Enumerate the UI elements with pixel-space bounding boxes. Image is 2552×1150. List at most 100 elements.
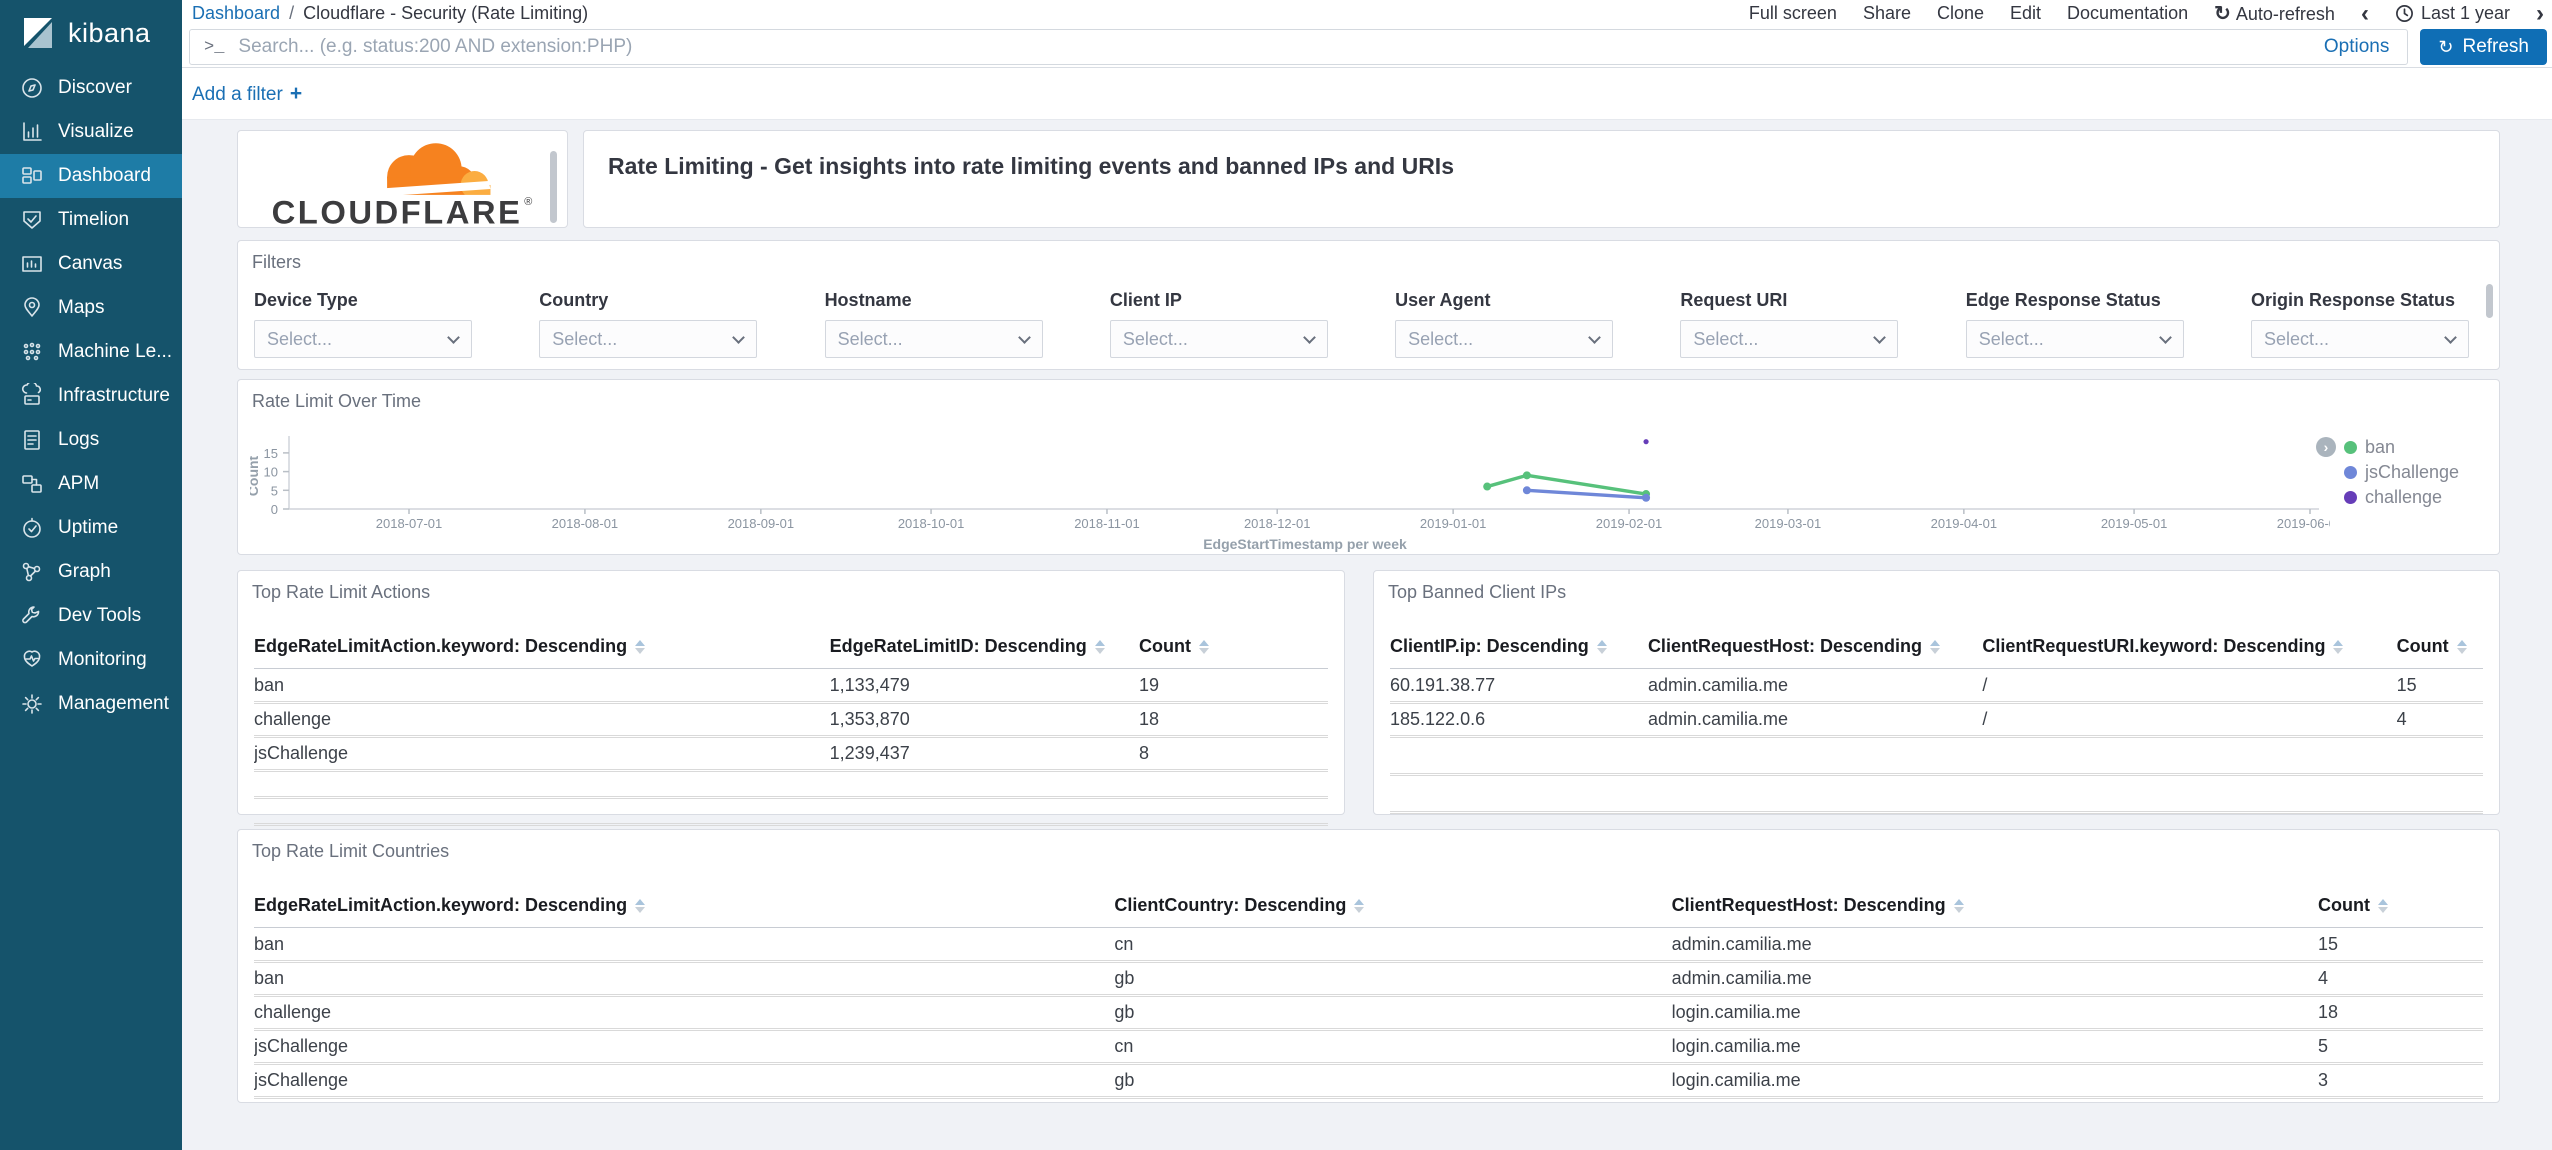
- column-header[interactable]: ClientRequestHost: Descending: [1671, 886, 2319, 928]
- legend-item-ban[interactable]: › ban: [2316, 437, 2459, 457]
- time-picker[interactable]: Last 1 year: [2395, 3, 2510, 24]
- table-cell[interactable]: 18: [1138, 702, 1328, 738]
- menu-item-edit[interactable]: Edit: [2010, 3, 2041, 24]
- table-cell[interactable]: /: [1982, 668, 2397, 704]
- filter-select[interactable]: Select...: [1680, 320, 1899, 358]
- table-cell[interactable]: login.camilia.me: [1671, 1063, 2319, 1099]
- sidebar-item-management[interactable]: Management: [0, 682, 182, 726]
- time-forward-chevron-icon[interactable]: ›: [2536, 1, 2544, 26]
- sidebar-item-canvas[interactable]: Canvas: [0, 242, 182, 286]
- legend-item-challenge[interactable]: challenge: [2344, 487, 2459, 507]
- column-header[interactable]: Count: [2396, 627, 2483, 669]
- filter-select[interactable]: Select...: [824, 320, 1043, 358]
- search-input[interactable]: [238, 36, 2310, 58]
- time-back-chevron-icon[interactable]: ‹: [2361, 1, 2369, 26]
- table-cell[interactable]: 15: [2396, 668, 2483, 704]
- sidebar-item-logs[interactable]: Logs: [0, 418, 182, 462]
- sidebar-item-visualize[interactable]: Visualize: [0, 110, 182, 154]
- table-cell[interactable]: jsChallenge: [254, 736, 830, 772]
- column-header[interactable]: EdgeRateLimitAction.keyword: Descending: [254, 627, 830, 669]
- filter-select[interactable]: Select...: [254, 320, 472, 358]
- sidebar-item-dashboard[interactable]: Dashboard: [0, 154, 182, 198]
- table-cell[interactable]: challenge: [254, 995, 1115, 1031]
- table-cell[interactable]: jsChallenge: [254, 1063, 1115, 1099]
- filter-select[interactable]: Select...: [1395, 320, 1614, 358]
- column-header[interactable]: Count: [1138, 627, 1328, 669]
- column-header[interactable]: ClientRequestHost: Descending: [1647, 627, 1983, 669]
- kibana-logo[interactable]: kibana: [0, 0, 182, 66]
- column-header[interactable]: Count: [2318, 886, 2483, 928]
- sidebar-item-discover[interactable]: Discover: [0, 66, 182, 110]
- table-cell[interactable]: 1,239,437: [829, 736, 1139, 772]
- table-cell[interactable]: 1,133,479: [829, 668, 1139, 704]
- table-cell[interactable]: 3: [2318, 1063, 2483, 1099]
- menu-item-clone[interactable]: Clone: [1937, 3, 1984, 24]
- filter-select[interactable]: Select...: [539, 320, 758, 358]
- table-cell[interactable]: 4: [2396, 702, 2483, 738]
- table-cell[interactable]: 5: [2318, 1029, 2483, 1065]
- table-cell[interactable]: challenge: [254, 702, 830, 738]
- sidebar-item-graph[interactable]: Graph: [0, 550, 182, 594]
- table-row-empty: [1390, 774, 2483, 814]
- sidebar-item-monitoring[interactable]: Monitoring: [0, 638, 182, 682]
- sidebar-item-apm[interactable]: APM: [0, 462, 182, 506]
- legend-toggle-icon[interactable]: ›: [2316, 437, 2336, 457]
- table-cell[interactable]: 185.122.0.6: [1390, 702, 1648, 738]
- select-placeholder: Select...: [1693, 329, 1759, 349]
- rate-limit-time-chart[interactable]: 0 5 10 15 2018-07-01 2018-08-01 2018-09-01 2018…: [250, 416, 2330, 554]
- table-cell[interactable]: cn: [1114, 927, 1672, 963]
- column-header[interactable]: EdgeRateLimitAction.keyword: Descending: [254, 886, 1115, 928]
- table-cell[interactable]: ban: [254, 961, 1115, 997]
- column-header[interactable]: ClientCountry: Descending: [1114, 886, 1672, 928]
- table-cell[interactable]: cn: [1114, 1029, 1672, 1065]
- table-cell[interactable]: 19: [1138, 668, 1328, 704]
- options-link[interactable]: Options: [2324, 36, 2389, 58]
- table-cell[interactable]: admin.camilia.me: [1671, 961, 2319, 997]
- panel-scrollbar[interactable]: [550, 151, 557, 223]
- menu-item-documentation[interactable]: Documentation: [2067, 3, 2188, 24]
- table-cell[interactable]: gb: [1114, 961, 1672, 997]
- table-cell[interactable]: /: [1982, 702, 2397, 738]
- column-header[interactable]: ClientIP.ip: Descending: [1390, 627, 1648, 669]
- legend-item-jsChallenge[interactable]: jsChallenge: [2344, 462, 2459, 482]
- add-filter-button[interactable]: Add a filter +: [192, 82, 302, 106]
- table-cell[interactable]: jsChallenge: [254, 1029, 1115, 1065]
- filter-select[interactable]: Select...: [1109, 320, 1328, 358]
- refresh-button[interactable]: ↻ Refresh: [2420, 29, 2547, 65]
- table-cell-empty: [254, 770, 1328, 799]
- sidebar-item-label: Visualize: [58, 121, 134, 142]
- table-cell[interactable]: admin.camilia.me: [1647, 702, 1983, 738]
- panel-title: Filters: [252, 252, 301, 272]
- column-header[interactable]: EdgeRateLimitID: Descending: [829, 627, 1139, 669]
- table-cell[interactable]: 60.191.38.77: [1390, 668, 1648, 704]
- table-cell[interactable]: 18: [2318, 995, 2483, 1031]
- menu-item-share[interactable]: Share: [1863, 3, 1911, 24]
- sidebar-item-timelion[interactable]: Timelion: [0, 198, 182, 242]
- filter-select[interactable]: Select...: [1965, 320, 2184, 358]
- table-cell[interactable]: admin.camilia.me: [1647, 668, 1983, 704]
- panel-scrollbar[interactable]: [2486, 284, 2493, 318]
- table-cell[interactable]: 4: [2318, 961, 2483, 997]
- sidebar-item-infrastructure[interactable]: Infrastructure: [0, 374, 182, 418]
- table-cell[interactable]: 8: [1138, 736, 1328, 772]
- filter-select[interactable]: Select...: [2250, 320, 2469, 358]
- menu-item-full-screen[interactable]: Full screen: [1749, 3, 1837, 24]
- table-cell[interactable]: gb: [1114, 1063, 1672, 1099]
- table-cell[interactable]: 15: [2318, 927, 2483, 963]
- table-cell[interactable]: login.camilia.me: [1671, 1029, 2319, 1065]
- table-cell[interactable]: 1,353,870: [829, 702, 1139, 738]
- canvas-icon: [19, 251, 45, 277]
- sidebar-item-uptime[interactable]: Uptime: [0, 506, 182, 550]
- breadcrumb-dashboard-link[interactable]: Dashboard: [192, 3, 280, 24]
- auto-refresh-button[interactable]: ↻ Auto-refresh: [2214, 1, 2335, 26]
- table-cell[interactable]: gb: [1114, 995, 1672, 1031]
- sidebar-item-machine-le[interactable]: Machine Le...: [0, 330, 182, 374]
- table-cell[interactable]: login.camilia.me: [1671, 995, 2319, 1031]
- column-header[interactable]: ClientRequestURI.keyword: Descending: [1982, 627, 2397, 669]
- table-cell[interactable]: admin.camilia.me: [1671, 927, 2319, 963]
- table-cell[interactable]: ban: [254, 668, 830, 704]
- sidebar-item-dev-tools[interactable]: Dev Tools: [0, 594, 182, 638]
- dashboard-icon: [19, 163, 45, 189]
- sidebar-item-maps[interactable]: Maps: [0, 286, 182, 330]
- table-cell[interactable]: ban: [254, 927, 1115, 963]
